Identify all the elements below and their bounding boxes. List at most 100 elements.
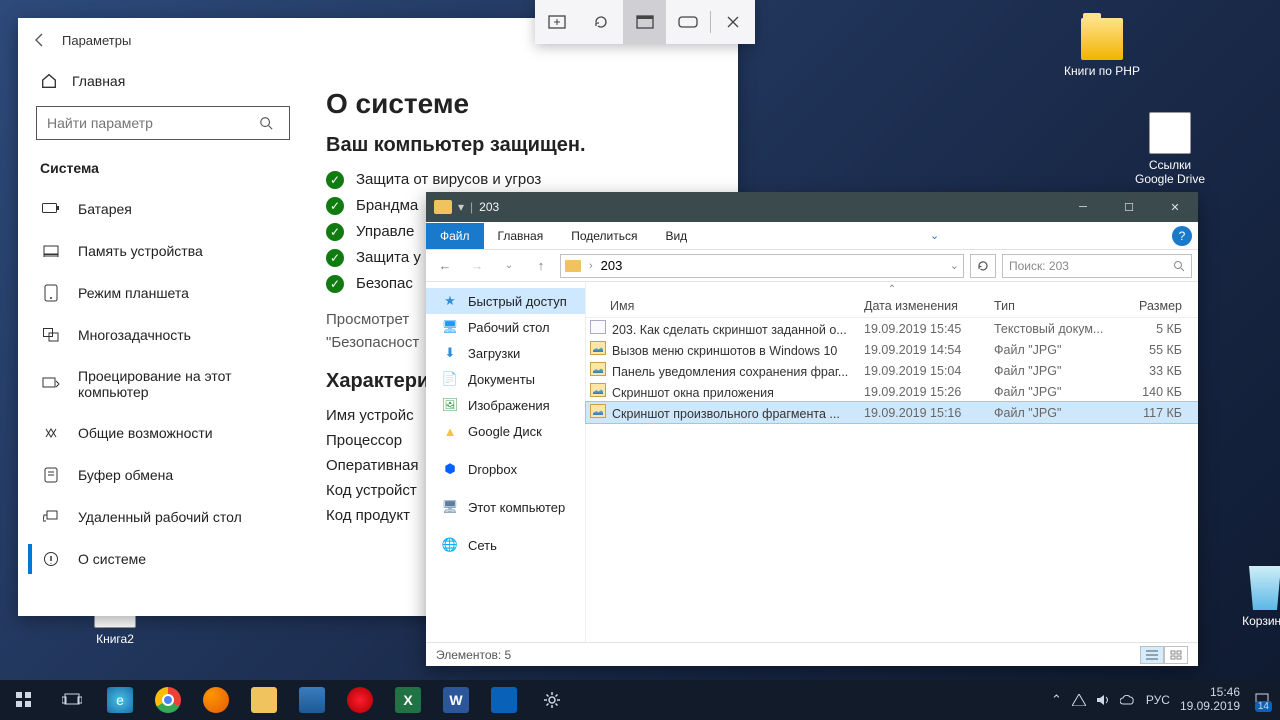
tray-language[interactable]: РУС	[1146, 693, 1170, 707]
ribbon-tab-главная[interactable]: Главная	[484, 223, 558, 249]
file-row[interactable]: Панель уведомления сохранения фраг...19.…	[586, 360, 1198, 381]
file-icon	[590, 383, 606, 397]
snip-close-button[interactable]	[711, 0, 755, 44]
file-icon	[590, 362, 606, 376]
tray-onedrive-icon[interactable]	[1120, 695, 1136, 705]
snip-freeform-button[interactable]	[666, 0, 710, 44]
ribbon-tab-вид[interactable]: Вид	[651, 223, 701, 249]
taskview-button[interactable]	[48, 680, 96, 720]
explorer-search[interactable]: Поиск: 203	[1002, 254, 1192, 278]
ribbon-tab-поделиться[interactable]: Поделиться	[557, 223, 651, 249]
desktop-icon-книги-по-php[interactable]: Книги по PHP	[1062, 18, 1142, 78]
view-details-button[interactable]	[1140, 646, 1164, 664]
navpane-item-изображения[interactable]: 🖼Изображения	[426, 392, 585, 418]
nav-home[interactable]: Главная	[28, 62, 298, 100]
explorer-titlebar[interactable]: ▾ | 203 ─ ☐ ✕	[426, 192, 1198, 222]
snip-refresh-button[interactable]	[579, 0, 623, 44]
nav-item-о-системе[interactable]: О системе	[28, 538, 298, 580]
address-chevron-icon[interactable]: ⌄	[950, 259, 959, 272]
desktop-icon-корзина[interactable]: Корзина	[1225, 566, 1280, 628]
nav-item-многозадачность[interactable]: Многозадачность	[28, 314, 298, 356]
ribbon-expand-icon[interactable]: ⌄	[930, 229, 939, 242]
view-large-icons-button[interactable]	[1164, 646, 1188, 664]
nav-up-button[interactable]: ↑	[528, 258, 554, 273]
navpane-item-этот-компьютер[interactable]: 🖥Этот компьютер	[426, 494, 585, 520]
nav-item-label: Буфер обмена	[78, 467, 173, 483]
taskbar-chrome[interactable]	[144, 680, 192, 720]
tray-network-icon[interactable]	[1072, 694, 1086, 706]
nav-item-буфер-обмена[interactable]: Буфер обмена	[28, 454, 298, 496]
collapse-group-icon[interactable]: ⌃	[586, 282, 1198, 295]
settings-search-input[interactable]	[37, 115, 259, 131]
snip-window-button[interactable]	[623, 0, 667, 44]
file-row[interactable]: Вызов меню скриншотов в Windows 1019.09.…	[586, 339, 1198, 360]
tray-chevron-icon[interactable]: ⌃	[1051, 692, 1062, 708]
desktop-icon-label: Книга2	[75, 632, 155, 646]
file-row[interactable]: Скриншот окна приложения19.09.2019 15:26…	[586, 381, 1198, 402]
file-icon	[590, 404, 606, 418]
nav-item-память-устройства[interactable]: Память устройства	[28, 230, 298, 272]
file-row[interactable]: 203. Как сделать скриншот заданной о...1…	[586, 318, 1198, 339]
column-header[interactable]: Дата изменения	[864, 299, 994, 313]
snip-rect-button[interactable]	[535, 0, 579, 44]
navpane-item-google-диск[interactable]: ▲Google Диск	[426, 418, 585, 444]
taskbar-opera[interactable]	[336, 680, 384, 720]
close-button[interactable]: ✕	[1152, 192, 1198, 222]
navpane-label: Быстрый доступ	[468, 294, 567, 309]
nav-item-проецирование-на-этот-компьютер[interactable]: Проецирование на этот компьютер	[28, 356, 298, 412]
gd-icon: ▲	[442, 423, 458, 439]
nav-item-удаленный-рабочий-стол[interactable]: Удаленный рабочий стол	[28, 496, 298, 538]
nav-home-label: Главная	[72, 73, 125, 89]
nav-fwd-button[interactable]: →	[464, 258, 490, 273]
settings-title: Параметры	[62, 33, 131, 48]
taskbar-word[interactable]: W	[432, 680, 480, 720]
minimize-button[interactable]: ─	[1060, 192, 1106, 222]
back-icon[interactable]	[32, 32, 48, 48]
tray-volume-icon[interactable]	[1096, 694, 1110, 706]
address-refresh-button[interactable]	[970, 254, 996, 278]
ribbon-tab-файл[interactable]: Файл	[426, 223, 484, 249]
nav-back-button[interactable]: ←	[432, 258, 458, 273]
navpane-item-dropbox[interactable]: ⬢Dropbox	[426, 456, 585, 482]
taskbar-explorer[interactable]	[240, 680, 288, 720]
start-button[interactable]	[0, 680, 48, 720]
taskbar-firefox[interactable]	[192, 680, 240, 720]
taskbar-folder[interactable]	[288, 680, 336, 720]
column-header[interactable]: Размер	[1124, 299, 1194, 313]
taskbar-edge[interactable]: e	[96, 680, 144, 720]
taskbar-support[interactable]	[480, 680, 528, 720]
tray-notifications[interactable]: 14	[1250, 688, 1274, 712]
star-icon: ★	[442, 293, 458, 309]
title-separator: |	[470, 200, 473, 214]
status-label: Управле	[356, 223, 414, 240]
column-headers[interactable]: ИмяДата измененияТипРазмер	[586, 295, 1198, 318]
column-header[interactable]: Имя	[590, 299, 864, 313]
status-label: Защита от вирусов и угроз	[356, 171, 541, 188]
explorer-statusbar: Элементов: 5	[426, 642, 1198, 666]
maximize-button[interactable]: ☐	[1106, 192, 1152, 222]
nav-item-общие-возможности[interactable]: Общие возможности	[28, 412, 298, 454]
nav-history-button[interactable]: ⌄	[496, 260, 522, 271]
navpane-label: Рабочий стол	[468, 320, 550, 335]
tray-clock[interactable]: 15:46 19.09.2019	[1180, 686, 1240, 714]
taskbar-excel[interactable]: X	[384, 680, 432, 720]
taskbar-settings[interactable]	[528, 680, 576, 720]
quickaccess-pin-icon[interactable]: ▾	[458, 200, 464, 214]
ribbon-help-button[interactable]: ?	[1172, 226, 1192, 246]
nav-item-батарея[interactable]: Батарея	[28, 188, 298, 230]
file-row[interactable]: Скриншот произвольного фрагмента ...19.0…	[586, 402, 1198, 423]
navpane-item-быстрый-доступ[interactable]: ★ Быстрый доступ	[426, 288, 585, 314]
navpane-item-рабочий-стол[interactable]: 🖥Рабочий стол	[426, 314, 585, 340]
explorer-addressbar: ← → ⌄ ↑ › 203 ⌄ Поиск: 203	[426, 250, 1198, 282]
navpane-item-документы[interactable]: 📄Документы	[426, 366, 585, 392]
pc-icon: 🖥	[442, 499, 458, 515]
navpane-item-сеть[interactable]: 🌐Сеть	[426, 532, 585, 558]
navpane-item-загрузки[interactable]: ⬇Загрузки	[426, 340, 585, 366]
column-header[interactable]: Тип	[994, 299, 1124, 313]
desktop-icon-ссылки-google-drive[interactable]: Ссылки Google Drive	[1130, 112, 1210, 186]
settings-search[interactable]	[36, 106, 290, 140]
nav-item-режим-планшета[interactable]: Режим планшета	[28, 272, 298, 314]
address-input[interactable]: › 203 ⌄	[560, 254, 964, 278]
explorer-filelist: ⌃ ИмяДата измененияТипРазмер 203. Как сд…	[586, 282, 1198, 642]
file-type: Текстовый докум...	[994, 322, 1124, 336]
